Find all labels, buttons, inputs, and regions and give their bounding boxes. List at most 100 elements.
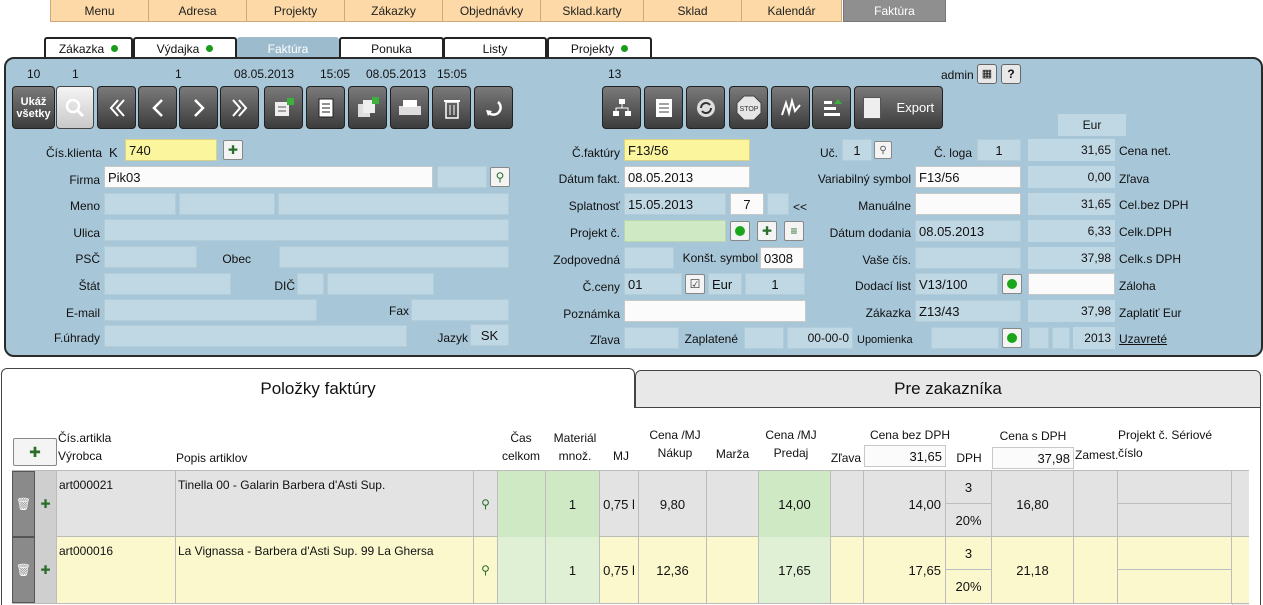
title-field[interactable] xyxy=(104,193,176,215)
manual-field[interactable] xyxy=(915,193,1021,215)
top-tab-kalendar[interactable]: Kalendár xyxy=(741,0,842,22)
copy-record-icon[interactable] xyxy=(348,86,387,129)
responsible-field[interactable] xyxy=(624,247,674,269)
add-item-icon[interactable]: ✚ xyxy=(13,438,57,466)
currency-field[interactable]: Eur xyxy=(708,273,742,295)
your-number-field[interactable] xyxy=(915,247,1021,269)
row-description[interactable]: La Vignassa - Barbera d'Asti Sup. 99 La … xyxy=(176,537,474,603)
edit-client-icon[interactable]: ✚ xyxy=(223,140,243,160)
sub-tab-ponuka[interactable]: Ponuka xyxy=(339,37,444,58)
due-date-apply-button[interactable]: << xyxy=(793,200,807,214)
row-article-number[interactable]: art000016 xyxy=(57,537,176,603)
constant-symbol-field[interactable]: 0308 xyxy=(760,247,804,269)
row-quantity[interactable]: 1 xyxy=(546,471,600,537)
undo-icon[interactable] xyxy=(474,86,513,129)
stop-icon[interactable]: STOP xyxy=(729,86,768,129)
zip-field[interactable] xyxy=(104,246,197,268)
order-field[interactable]: Z13/43 xyxy=(915,300,1021,322)
row-article-number[interactable]: art000021 xyxy=(57,471,176,537)
signature-icon[interactable] xyxy=(771,86,810,129)
row-project[interactable] xyxy=(1118,537,1232,570)
sub-tab-zakazka[interactable]: Zákazka xyxy=(44,37,133,58)
row-employee[interactable] xyxy=(1074,471,1118,537)
delivery-note-field[interactable]: V13/100 xyxy=(915,273,998,295)
previous-record-icon[interactable] xyxy=(138,86,177,129)
hierarchy-icon[interactable] xyxy=(602,86,641,129)
row-vat-code[interactable]: 3 xyxy=(946,537,992,570)
row-edit-icon[interactable]: ✚ xyxy=(35,471,57,537)
logo-number-field[interactable]: 1 xyxy=(977,139,1021,161)
due-days-extra-field[interactable] xyxy=(767,193,789,215)
note-field[interactable] xyxy=(624,300,806,322)
client-number-field[interactable]: 740 xyxy=(125,139,217,161)
row-discount[interactable] xyxy=(831,537,864,603)
reminder-status-icon[interactable] xyxy=(1002,328,1022,348)
variable-symbol-field[interactable]: F13/56 xyxy=(915,166,1021,188)
row-edit-icon[interactable]: ✚ xyxy=(35,537,57,603)
first-name-field[interactable] xyxy=(179,193,275,215)
delivery-note-status-icon[interactable] xyxy=(1002,274,1022,294)
new-record-icon[interactable] xyxy=(264,86,303,129)
first-record-icon[interactable] xyxy=(97,86,136,129)
top-tab-zakazky[interactable]: Zákazky xyxy=(344,0,443,22)
fax-field[interactable] xyxy=(411,299,509,321)
top-tab-sklad-karty[interactable]: Sklad.karty xyxy=(540,0,644,22)
delete-icon[interactable] xyxy=(432,86,471,129)
row-search-icon[interactable]: ⚲ xyxy=(474,471,498,537)
search-icon[interactable] xyxy=(56,86,94,129)
top-tab-sklad[interactable]: Sklad xyxy=(643,0,742,22)
paid-date-field[interactable]: 00-00-0 xyxy=(787,327,853,349)
closed-link[interactable]: Uzavreté xyxy=(1119,332,1167,346)
reminder-extra-field[interactable] xyxy=(1029,327,1049,349)
paid-field[interactable] xyxy=(744,327,784,349)
top-tab-objednavky[interactable]: Objednávky xyxy=(442,0,541,22)
show-all-button[interactable]: Ukáž všetky xyxy=(12,86,55,129)
reminder-field[interactable] xyxy=(931,327,999,349)
sub-tab-faktura[interactable]: Faktúra xyxy=(237,37,339,58)
street-field[interactable] xyxy=(104,219,509,241)
tab-invoice-items[interactable]: Položky faktúry xyxy=(1,368,635,408)
last-name-field[interactable] xyxy=(278,193,509,215)
print-icon[interactable] xyxy=(390,86,429,129)
account-field[interactable]: 1 xyxy=(842,139,872,161)
sort-icon[interactable] xyxy=(812,86,851,129)
payment-method-field[interactable] xyxy=(104,325,407,347)
project-status-icon[interactable] xyxy=(730,221,750,241)
dic-prefix-field[interactable] xyxy=(297,273,324,295)
top-tab-menu[interactable]: Menu xyxy=(50,0,149,22)
firma-search-icon[interactable]: ⚲ xyxy=(490,167,510,187)
due-days-field[interactable]: 7 xyxy=(730,193,764,215)
due-date-field[interactable]: 15.05.2013 xyxy=(624,193,726,215)
discount-field[interactable] xyxy=(624,327,679,349)
row-time[interactable] xyxy=(498,537,546,603)
refresh-icon[interactable] xyxy=(686,86,725,129)
help-icon[interactable]: ? xyxy=(1001,64,1021,84)
row-price-sale[interactable]: 17,65 xyxy=(759,537,831,603)
country-field[interactable] xyxy=(104,273,231,295)
deposit-field[interactable] xyxy=(1028,273,1115,295)
project-list-icon[interactable]: ≡ xyxy=(784,221,804,241)
exchange-rate-field[interactable]: 1 xyxy=(745,273,805,295)
row-vat-code[interactable]: 3 xyxy=(946,471,992,504)
table-row[interactable]: 🗑 ✚ art000016 La Vignassa - Barbera d'As… xyxy=(12,537,1249,604)
email-field[interactable] xyxy=(104,299,317,321)
row-price-sale[interactable]: 14,00 xyxy=(759,471,831,537)
row-time[interactable] xyxy=(498,471,546,537)
row-project[interactable] xyxy=(1118,471,1232,504)
row-discount[interactable] xyxy=(831,471,864,537)
top-tab-adresa[interactable]: Adresa xyxy=(148,0,247,22)
row-search-icon[interactable]: ⚲ xyxy=(474,537,498,603)
account-search-icon[interactable]: ⚲ xyxy=(874,141,892,159)
top-tab-faktura[interactable]: Faktúra xyxy=(843,0,946,22)
row-delete-icon[interactable]: 🗑 xyxy=(12,537,35,603)
invoice-date-field[interactable]: 08.05.2013 xyxy=(624,166,750,188)
table-row[interactable]: 🗑 ✚ art000021 Tinella 00 - Galarin Barbe… xyxy=(12,470,1249,537)
firma-field[interactable]: Pik03 xyxy=(104,166,433,188)
top-tab-projekty[interactable]: Projekty xyxy=(246,0,345,22)
row-description[interactable]: Tinella 00 - Galarin Barbera d'Asti Sup. xyxy=(176,471,474,537)
export-button[interactable]: Export xyxy=(854,86,943,129)
reminder-extra-field-2[interactable] xyxy=(1052,327,1070,349)
city-field[interactable] xyxy=(279,246,509,268)
firma-extra-field[interactable] xyxy=(437,166,487,188)
tab-for-customer[interactable]: Pre zakazníka xyxy=(635,370,1261,408)
